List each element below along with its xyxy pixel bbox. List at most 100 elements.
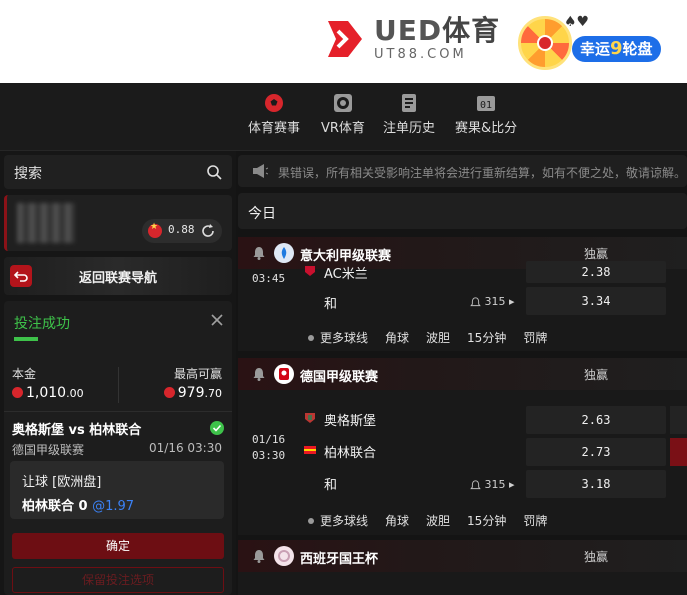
nav-sports-events[interactable]: 体育赛事 [248,93,300,136]
bet-selection: 让球 [欧洲盘] 柏林联合 0 @1.97 [10,461,224,519]
match-copa-del-rey [238,572,687,595]
scoreboard-icon: 01 [477,96,496,111]
coin-icon [163,386,175,398]
market-correct-score[interactable]: 波胆 [426,331,450,345]
bell-icon[interactable] [252,246,266,260]
back-to-league-nav[interactable]: 返回联赛导航 [4,257,232,295]
market-count[interactable]: 315 ▸ [470,295,515,308]
status-indicator [14,337,38,341]
copa-del-rey-logo-icon [274,546,294,566]
match-bundesliga: 01/16 03:30 奥格斯堡 2.63 柏林联合 2.73 和 315 ▸ 3… [238,390,687,535]
main-content: 果错误，所有相关受影响注单将会进行重新结算，如有不便之处，敬请谅解。 今日 意大… [238,151,687,595]
nav-label: VR体育 [321,121,365,136]
league-name: 德国甲级联赛 [300,370,379,385]
match-time: 03:45 [252,272,286,285]
notice-text: 果错误，所有相关受影响注单将会进行重新结算，如有不便之处，敬请谅解。 [278,166,687,180]
bundesliga-logo-icon [274,364,294,384]
notice-bar: 果错误，所有相关受影响注单将会进行重新结算，如有不便之处，敬请谅解。 [238,155,687,187]
check-icon [210,421,224,435]
refresh-icon[interactable] [200,223,216,239]
sidebar: 搜索 0.88 返回联赛导航 投注成功 本金 最高可赢 1,010.00 979… [0,151,236,595]
market-cards[interactable]: 罚牌 [523,331,547,345]
market-correct-score[interactable]: 波胆 [426,514,450,528]
balance-value: 0.88 [168,223,195,236]
nav-vr-sports[interactable]: VR体育 [321,93,365,136]
nav-results[interactable]: 01 赛果&比分 [455,93,517,136]
odds-away[interactable]: 2.73 [526,438,666,466]
team-row-home: 奥格斯堡 [304,404,524,434]
promo-label: 幸运9轮盘 [572,36,661,62]
today-header: 今日 [238,193,687,229]
odds-home[interactable]: 2.38 [526,261,666,283]
market-15min[interactable]: 15分钟 [467,331,506,345]
vr-ball-icon [333,94,352,112]
bell-icon[interactable] [252,549,266,563]
bet-pick: 柏林联合 0 @1.97 [22,499,135,514]
odds-next-column[interactable] [670,406,687,434]
search-icon[interactable] [206,164,222,180]
confirm-button[interactable]: 确定 [12,533,224,559]
bet-match: 奥格斯堡 vs 柏林联合 [12,423,142,438]
close-icon[interactable] [210,313,224,327]
league-name: 西班牙国王杯 [300,552,379,567]
user-card: 0.88 [4,195,232,251]
nav-label: 注单历史 [383,121,436,136]
divider [118,367,119,403]
bet-odds: @1.97 [92,499,135,514]
match-serie-a: 03:45 AC米兰 2.38 和 315 ▸ 3.34 更多球线 角球 波胆 15分… [238,261,687,351]
column-header-moneyline: 独赢 [584,550,609,564]
league-header-copa-del-rey[interactable]: 西班牙国王杯 独赢 [238,540,687,572]
ac-milan-logo-icon [305,266,315,276]
team-name: 奥格斯堡 [324,414,377,429]
search-label: 搜索 [14,166,42,182]
market-corners[interactable]: 角球 [385,331,409,345]
maxwin-label: 最高可赢 [173,367,222,381]
keep-selections-button[interactable]: 保留投注选项 [12,567,224,593]
bet-time: 01/16 03:30 [149,441,222,455]
markets-row: 更多球线 角球 波胆 15分钟 罚牌 [308,329,564,346]
site-header: UED体育 UT88.COM ♠♥ 幸运9轮盘 [0,0,687,83]
bell-icon [470,296,481,306]
logo-main-text: UED [374,14,443,47]
market-count[interactable]: 315 ▸ [470,478,515,491]
column-header-moneyline: 独赢 [584,247,609,261]
market-cards[interactable]: 罚牌 [523,514,547,528]
market-15min[interactable]: 15分钟 [467,514,506,528]
soccer-ball-icon [265,94,283,112]
team-name: AC米兰 [324,267,368,282]
bet-status: 投注成功 [14,316,70,332]
market-more-lines[interactable]: 更多球线 [308,514,368,528]
nav-bet-history[interactable]: 注单历史 [383,93,435,136]
coin-icon [12,386,23,398]
logo-zh-text: 体育 [442,14,501,47]
team-name: 柏林联合 [324,446,377,461]
nav-label: 赛果&比分 [455,121,518,136]
logo-mark-icon [328,21,362,57]
draw-label: 和 [324,478,338,493]
megaphone-icon [253,164,268,178]
lucky-wheel-promo[interactable]: ♠♥ 幸运9轮盘 [516,14,676,72]
odds-next-column-selected[interactable] [670,438,687,466]
draw-label: 和 [324,297,338,312]
bell-icon[interactable] [252,367,266,381]
avatar [17,203,75,243]
site-logo[interactable]: UED体育 UT88.COM [322,16,500,62]
bet-market: 让球 [欧洲盘] [22,475,102,490]
market-corners[interactable]: 角球 [385,514,409,528]
maxwin-value: 979.70 [163,385,222,401]
odds-draw[interactable]: 3.34 [526,287,666,315]
bet-slip: 投注成功 本金 最高可赢 1,010.00 979.70 奥格斯堡 vs 柏林联… [4,301,232,595]
markets-row: 更多球线 角球 波胆 15分钟 罚牌 [308,512,564,529]
svg-text:01: 01 [480,100,492,111]
search-box[interactable]: 搜索 [4,155,232,189]
market-more-lines[interactable]: 更多球线 [308,331,368,345]
sports-nav: 体育赛事 VR体育 注单历史 01 赛果&比分 [0,83,687,151]
stake-value: 1,010.00 [12,385,84,401]
augsburg-logo-icon [305,413,315,423]
bet-league: 德国甲级联赛 [12,443,85,457]
league-header-bundesliga[interactable]: 德国甲级联赛 独赢 [238,358,687,390]
odds-home[interactable]: 2.63 [526,406,666,434]
odds-draw[interactable]: 3.18 [526,470,666,498]
today-label: 今日 [248,206,276,222]
union-berlin-logo-icon [304,446,316,454]
